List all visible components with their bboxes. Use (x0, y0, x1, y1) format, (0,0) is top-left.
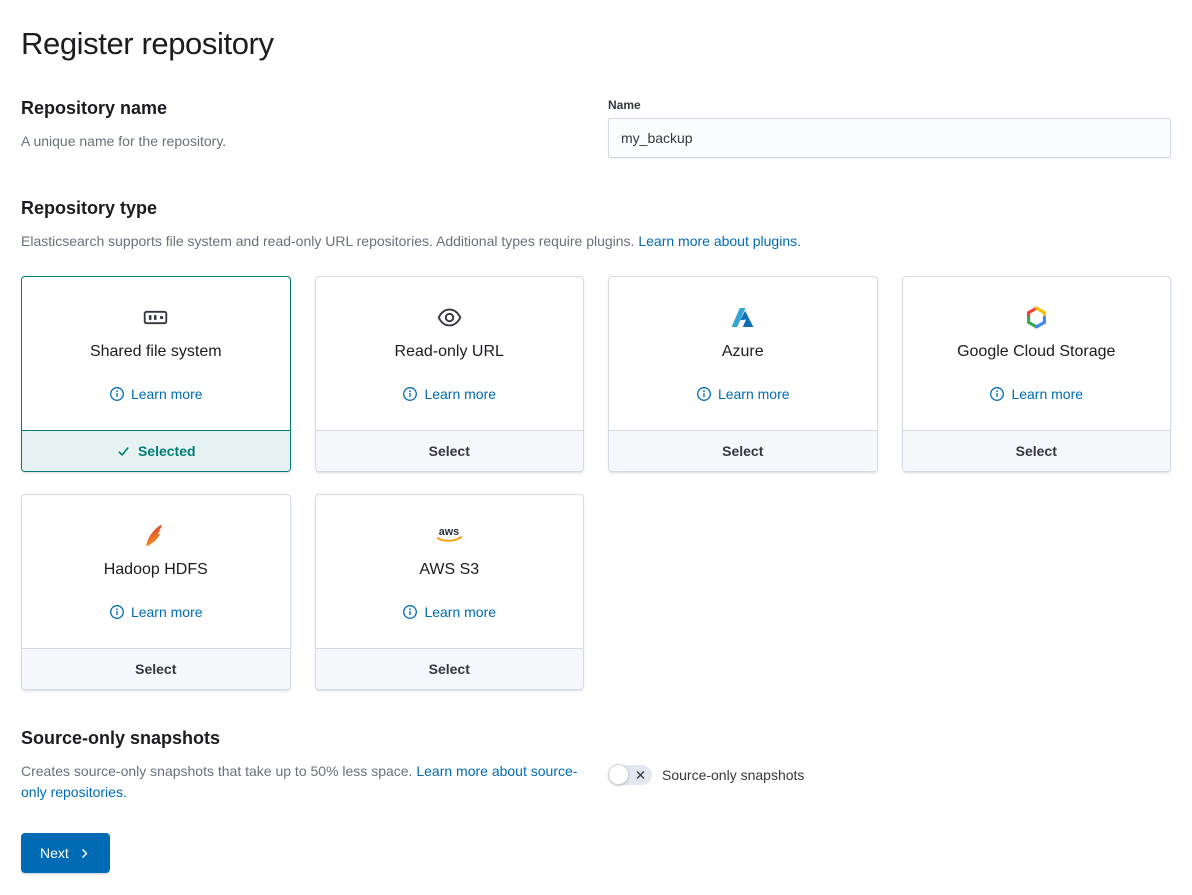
card-title: Google Cloud Storage (957, 343, 1115, 361)
eye-icon (436, 302, 463, 332)
toggle-thumb (608, 764, 629, 785)
source-only-toggle-row: Source-only snapshots (608, 765, 1171, 785)
azure-icon (729, 302, 756, 332)
learn-more-plugins-link[interactable]: Learn more about plugins. (638, 233, 801, 249)
learn-more-link[interactable]: Learn more (109, 386, 203, 402)
svg-text:aws: aws (439, 526, 459, 538)
source-only-toggle[interactable] (608, 765, 652, 785)
repository-name-description: A unique name for the repository. (21, 131, 584, 152)
source-only-description-text: Creates source-only snapshots that take … (21, 763, 412, 779)
repository-type-heading: Repository type (21, 198, 1171, 219)
card-action-label: Select (429, 661, 470, 677)
card-title: Shared file system (90, 343, 222, 361)
learn-more-link[interactable]: Learn more (109, 604, 203, 620)
source-only-heading: Source-only snapshots (21, 728, 584, 749)
storage-icon (142, 302, 169, 332)
repository-name-heading: Repository name (21, 98, 584, 119)
chevron-right-icon (78, 847, 91, 860)
source-only-toggle-label: Source-only snapshots (662, 767, 804, 783)
card-action-label: Selected (138, 443, 196, 459)
card-select-button[interactable]: Select (316, 430, 584, 471)
info-icon (109, 386, 125, 402)
aws-icon: aws (431, 520, 467, 550)
info-icon (109, 604, 125, 620)
repository-type-description-text: Elasticsearch supports file system and r… (21, 233, 634, 249)
learn-more-label: Learn more (718, 386, 790, 402)
info-icon (402, 386, 418, 402)
repository-name-section: Repository name A unique name for the re… (21, 98, 1171, 158)
card-title: Read-only URL (395, 343, 504, 361)
card-select-button[interactable]: Select (316, 648, 584, 689)
card-selected-button[interactable]: Selected (22, 430, 290, 471)
page-title: Register repository (21, 26, 1171, 62)
info-icon (696, 386, 712, 402)
card-select-button[interactable]: Select (22, 648, 290, 689)
learn-more-label: Learn more (131, 386, 203, 402)
repository-type-section: Repository type Elasticsearch supports f… (21, 198, 1171, 690)
learn-more-link[interactable]: Learn more (696, 386, 790, 402)
repository-type-cards: Shared file system Learn more Selected (21, 276, 1171, 690)
learn-more-link[interactable]: Learn more (402, 604, 496, 620)
card-title: AWS S3 (419, 561, 479, 579)
card-action-label: Select (722, 443, 763, 459)
learn-more-label: Learn more (424, 386, 496, 402)
card-action-label: Select (1016, 443, 1057, 459)
name-field-label: Name (608, 98, 1171, 112)
learn-more-label: Learn more (1011, 386, 1083, 402)
repo-type-card-azure[interactable]: Azure Learn more Select (608, 276, 878, 472)
google-cloud-icon (1024, 302, 1049, 332)
card-action-label: Select (429, 443, 470, 459)
card-title: Azure (722, 343, 764, 361)
card-select-button[interactable]: Select (903, 430, 1171, 471)
learn-more-label: Learn more (424, 604, 496, 620)
check-icon (116, 444, 131, 459)
card-action-label: Select (135, 661, 176, 677)
repository-type-description: Elasticsearch supports file system and r… (21, 231, 1171, 252)
hadoop-icon (142, 520, 169, 550)
next-button[interactable]: Next (21, 833, 110, 873)
repository-name-input[interactable] (608, 118, 1171, 158)
repo-type-card-shared-file-system[interactable]: Shared file system Learn more Selected (21, 276, 291, 472)
repo-type-card-hadoop-hdfs[interactable]: Hadoop HDFS Learn more Select (21, 494, 291, 690)
learn-more-label: Learn more (131, 604, 203, 620)
next-button-label: Next (40, 845, 69, 861)
source-only-description: Creates source-only snapshots that take … (21, 761, 584, 803)
cross-icon (635, 770, 646, 781)
repo-type-card-google-cloud-storage[interactable]: Google Cloud Storage Learn more Select (902, 276, 1172, 472)
repo-type-card-read-only-url[interactable]: Read-only URL Learn more Select (315, 276, 585, 472)
card-select-button[interactable]: Select (609, 430, 877, 471)
info-icon (402, 604, 418, 620)
learn-more-link[interactable]: Learn more (989, 386, 1083, 402)
source-only-section: Source-only snapshots Creates source-onl… (21, 728, 1171, 803)
card-title: Hadoop HDFS (104, 561, 208, 579)
info-icon (989, 386, 1005, 402)
learn-more-link[interactable]: Learn more (402, 386, 496, 402)
repo-type-card-aws-s3[interactable]: aws AWS S3 Learn more Select (315, 494, 585, 690)
